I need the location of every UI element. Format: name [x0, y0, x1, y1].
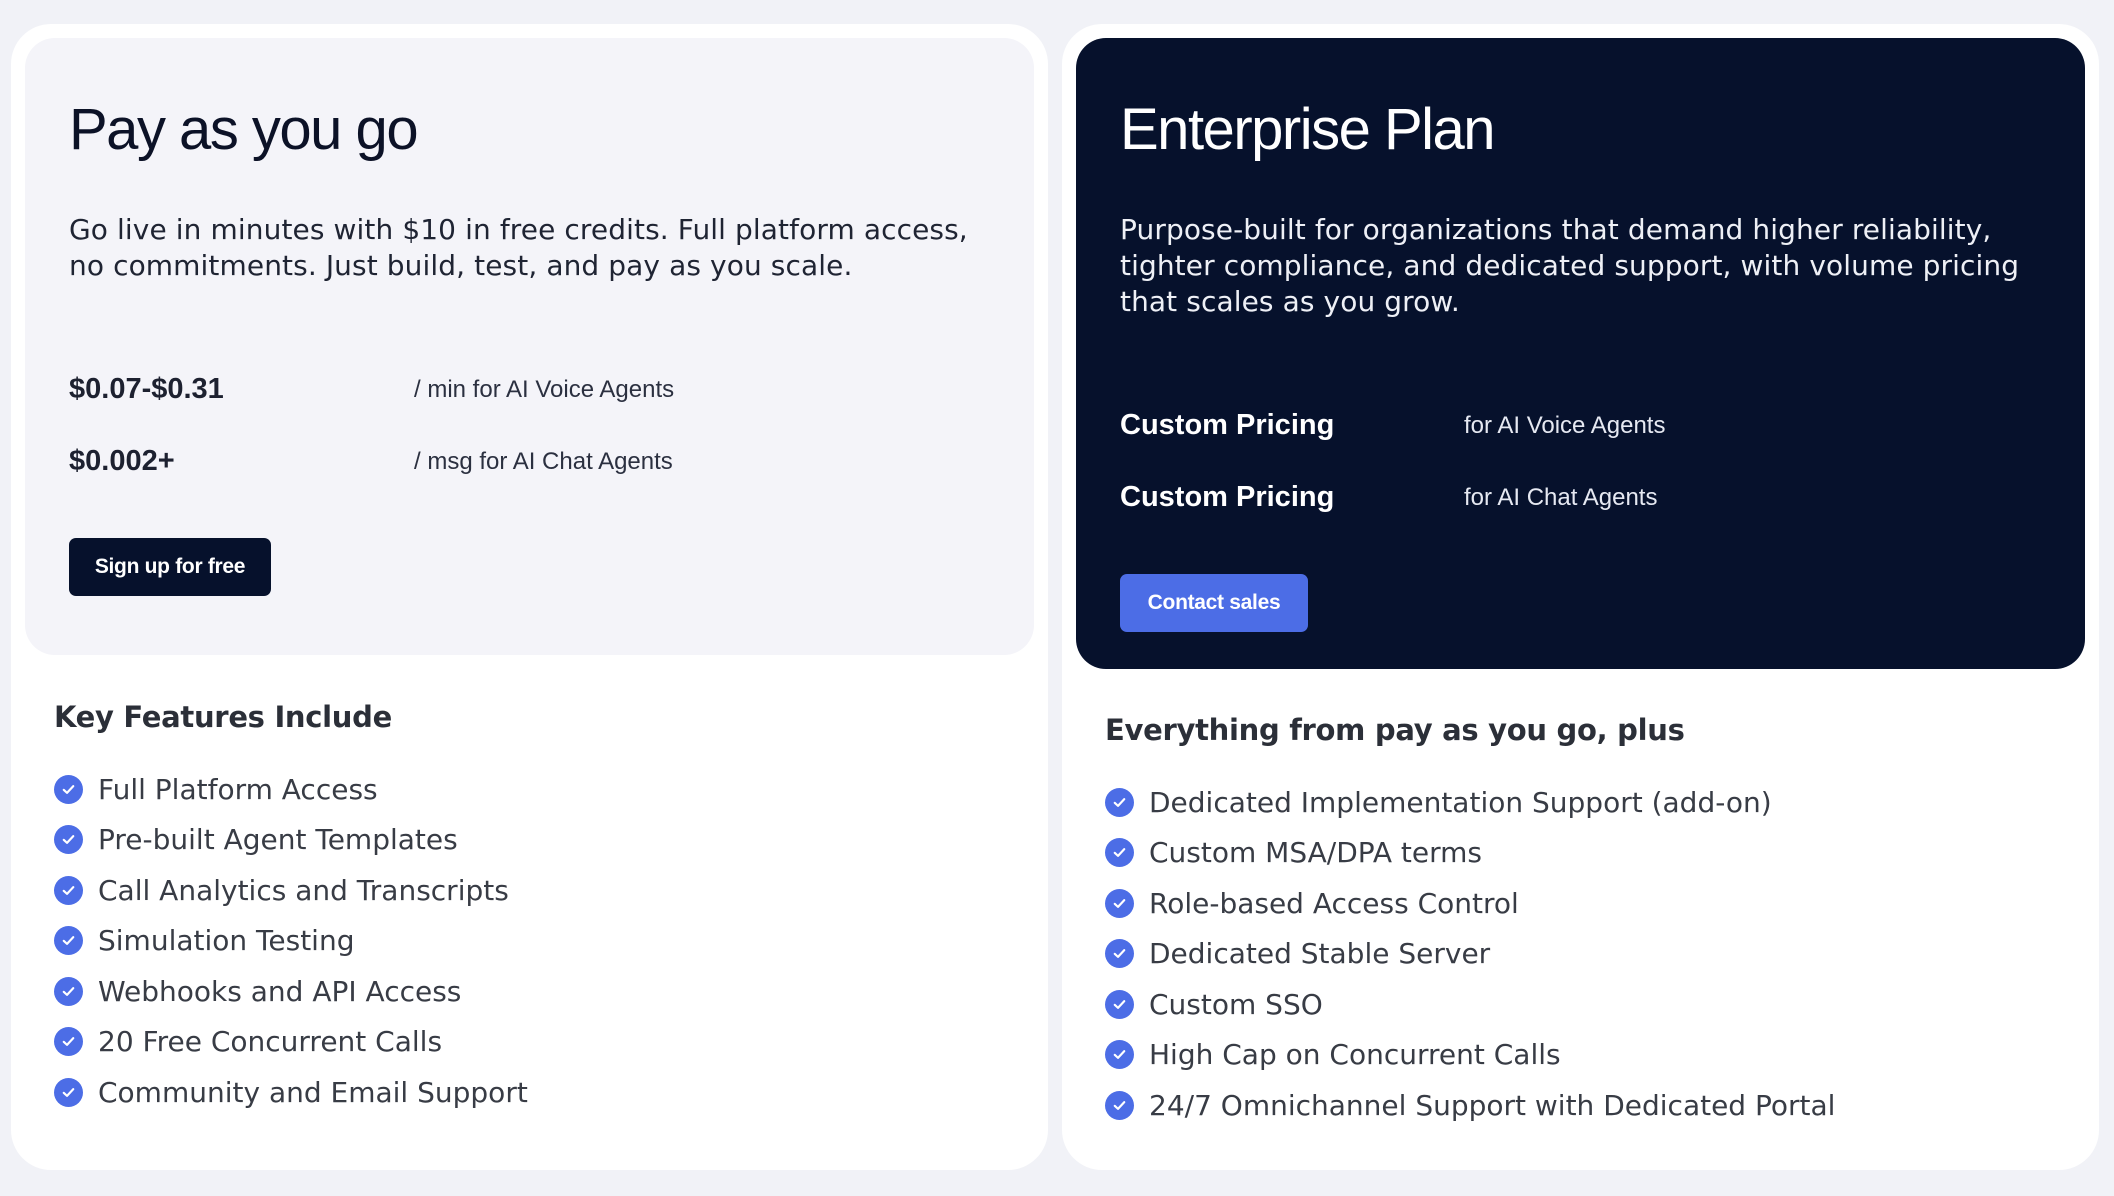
check-circle-icon — [54, 875, 83, 905]
plan-description: Go live in minutes with $10 in free cred… — [69, 212, 968, 282]
feature-text: High Cap on Concurrent Calls — [1149, 1038, 1561, 1072]
price-unit: for AI Voice Agents — [1464, 411, 1666, 439]
list-item: High Cap on Concurrent Calls — [1105, 1030, 2079, 1081]
features-section: Key Features Include Full Platform Acces… — [54, 700, 1028, 1118]
feature-text: Simulation Testing — [98, 924, 355, 958]
plan-title: Pay as you go — [69, 97, 419, 162]
price-row-chat: Custom Pricing for AI Chat Agents — [1120, 462, 2041, 534]
feature-text: Community and Email Support — [98, 1075, 528, 1109]
plan-enterprise: Enterprise Plan Purpose-built for organi… — [1062, 24, 2099, 1170]
check-circle-icon — [54, 1077, 83, 1107]
price-row-voice: Custom Pricing for AI Voice Agents — [1120, 390, 2041, 462]
plan-card: Enterprise Plan Purpose-built for organi… — [1076, 38, 2085, 669]
plan-card: Pay as you go Go live in minutes with $1… — [25, 38, 1034, 655]
check-circle-icon — [54, 825, 83, 855]
price-row-chat: $0.002+ / msg for AI Chat Agents — [69, 426, 990, 498]
price-value: $0.07-$0.31 — [69, 373, 224, 406]
feature-text: Pre-built Agent Templates — [98, 823, 458, 857]
plan-pay-as-you-go: Pay as you go Go live in minutes with $1… — [11, 24, 1048, 1170]
feature-text: Dedicated Implementation Support (add-on… — [1149, 785, 1772, 819]
check-circle-icon — [1105, 1040, 1134, 1070]
price-value: $0.002+ — [69, 445, 175, 478]
list-item: Pre-built Agent Templates — [54, 815, 1028, 866]
feature-text: Custom MSA/DPA terms — [1149, 836, 1483, 870]
price-list: $0.07-$0.31 / min for AI Voice Agents $0… — [69, 354, 990, 498]
features-heading: Everything from pay as you go, plus — [1105, 713, 1685, 747]
list-item: Dedicated Implementation Support (add-on… — [1105, 777, 2079, 828]
features-section: Everything from pay as you go, plus Dedi… — [1105, 713, 2079, 1131]
check-circle-icon — [1105, 888, 1134, 918]
price-unit: / msg for AI Chat Agents — [414, 447, 673, 475]
list-item: Dedicated Stable Server — [1105, 929, 2079, 980]
feature-text: Dedicated Stable Server — [1149, 937, 1491, 971]
feature-text: Role-based Access Control — [1149, 886, 1519, 920]
check-circle-icon — [54, 1027, 83, 1057]
price-value: Custom Pricing — [1120, 481, 1335, 514]
check-circle-icon — [1105, 787, 1134, 817]
check-circle-icon — [1105, 939, 1134, 969]
price-list: Custom Pricing for AI Voice Agents Custo… — [1120, 390, 2041, 534]
list-item: Webhooks and API Access — [54, 966, 1028, 1017]
list-item: Role-based Access Control — [1105, 878, 2079, 929]
check-circle-icon — [54, 976, 83, 1006]
list-item: Call Analytics and Transcripts — [54, 865, 1028, 916]
check-circle-icon — [54, 926, 83, 956]
feature-text: Custom SSO — [1149, 987, 1323, 1021]
plan-description: Purpose-built for organizations that dem… — [1120, 212, 2020, 318]
feature-list: Full Platform Access Pre-built Agent Tem… — [54, 764, 1028, 1118]
sign-up-button[interactable]: Sign up for free — [69, 537, 271, 596]
check-circle-icon — [1105, 838, 1134, 868]
list-item: 24/7 Omnichannel Support with Dedicated … — [1105, 1080, 2079, 1131]
feature-text: Call Analytics and Transcripts — [98, 873, 509, 907]
feature-text: 24/7 Omnichannel Support with Dedicated … — [1149, 1088, 1836, 1122]
check-circle-icon — [1105, 1090, 1134, 1120]
price-unit: for AI Chat Agents — [1464, 483, 1658, 511]
check-circle-icon — [54, 774, 83, 804]
price-value: Custom Pricing — [1120, 409, 1335, 442]
features-heading: Key Features Include — [54, 700, 392, 734]
contact-sales-button[interactable]: Contact sales — [1120, 573, 1308, 632]
feature-list: Dedicated Implementation Support (add-on… — [1105, 777, 2079, 1131]
price-row-voice: $0.07-$0.31 / min for AI Voice Agents — [69, 354, 990, 426]
plan-title: Enterprise Plan — [1120, 97, 1496, 162]
feature-text: Webhooks and API Access — [98, 974, 462, 1008]
list-item: Simulation Testing — [54, 916, 1028, 967]
list-item: Community and Email Support — [54, 1067, 1028, 1118]
check-circle-icon — [1105, 989, 1134, 1019]
list-item: 20 Free Concurrent Calls — [54, 1017, 1028, 1068]
feature-text: 20 Free Concurrent Calls — [98, 1025, 443, 1059]
list-item: Full Platform Access — [54, 764, 1028, 815]
list-item: Custom SSO — [1105, 979, 2079, 1030]
feature-text: Full Platform Access — [98, 772, 378, 806]
pricing-page: Pay as you go Go live in minutes with $1… — [0, 0, 2114, 1196]
price-unit: / min for AI Voice Agents — [414, 375, 675, 403]
list-item: Custom MSA/DPA terms — [1105, 828, 2079, 879]
